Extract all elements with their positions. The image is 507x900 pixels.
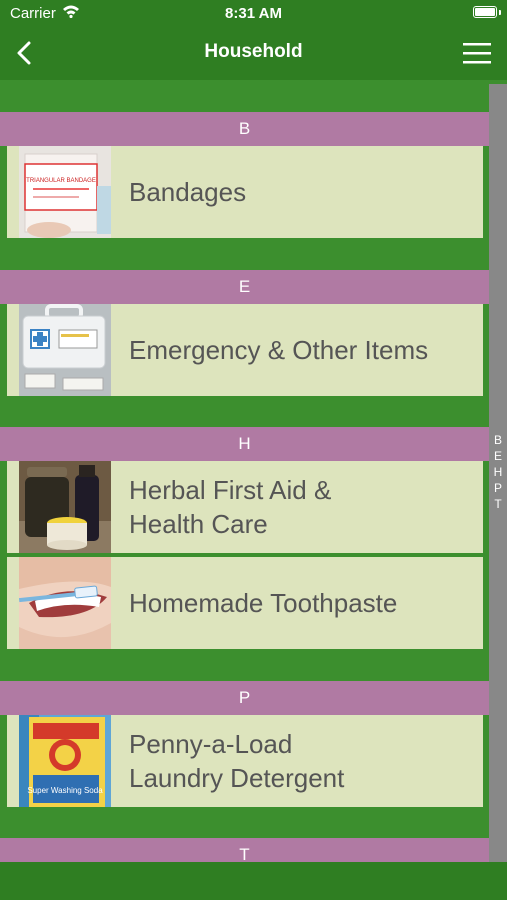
battery-tip [499, 10, 501, 15]
list-item-label: Bandages [129, 177, 247, 207]
list-item-label: Penny-a-Load Laundry Detergent [129, 729, 345, 793]
bottom-bar [0, 862, 507, 900]
list-item-label: Herbal First Aid & Health Care [129, 475, 332, 539]
index-letter-t[interactable]: T [489, 496, 507, 512]
section-header-h: H [0, 427, 489, 461]
back-button[interactable] [12, 38, 40, 68]
household-list[interactable]: B TRIANGULAR BANDAGE Bandages E Emergenc… [0, 80, 489, 862]
list-item-label: Emergency & Other Items [129, 335, 429, 365]
first-aid-kit-photo [19, 304, 111, 396]
page-title: Household [204, 41, 303, 62]
section-header-t: T [0, 838, 489, 862]
herbal-jars-photo [19, 461, 111, 553]
triangular-bandage-photo: TRIANGULAR BANDAGE [19, 146, 111, 238]
list-item-laundry-detergent[interactable]: Super Washing Soda Penny-a-Load Laundry … [7, 715, 483, 807]
section-header-p: P [0, 681, 489, 715]
list-item-emergency[interactable]: Emergency & Other Items [7, 304, 483, 396]
washing-soda-box-photo: Super Washing Soda [19, 715, 111, 807]
index-letter-p[interactable]: P [489, 480, 507, 496]
list-item-herbal-first-aid[interactable]: Herbal First Aid & Health Care [7, 461, 483, 553]
index-letter-b[interactable]: B [489, 432, 507, 448]
clock: 8:31 AM [225, 5, 282, 22]
section-header-e: E [0, 270, 489, 304]
bandage-package-text: TRIANGULAR BANDAGE [26, 178, 96, 184]
section-header-b: B [0, 112, 489, 146]
menu-button[interactable] [461, 39, 493, 67]
soda-box-text: Super Washing Soda [27, 786, 103, 795]
section-index-bar[interactable]: B E H P T [489, 84, 507, 862]
list-item-label: Homemade Toothpaste [129, 588, 398, 618]
chevron-left-icon [17, 41, 31, 65]
list-item-homemade-toothpaste[interactable]: Homemade Toothpaste [7, 557, 483, 649]
navigation-bar: Household [0, 26, 507, 80]
battery-icon [473, 6, 497, 18]
hamburger-menu-icon [463, 43, 491, 64]
toothbrush-smile-photo [19, 557, 111, 649]
index-letter-h[interactable]: H [489, 464, 507, 480]
status-bar: Carrier 8:31 AM [0, 0, 507, 26]
index-letter-e[interactable]: E [489, 448, 507, 464]
list-item-bandages[interactable]: TRIANGULAR BANDAGE Bandages [7, 146, 483, 238]
